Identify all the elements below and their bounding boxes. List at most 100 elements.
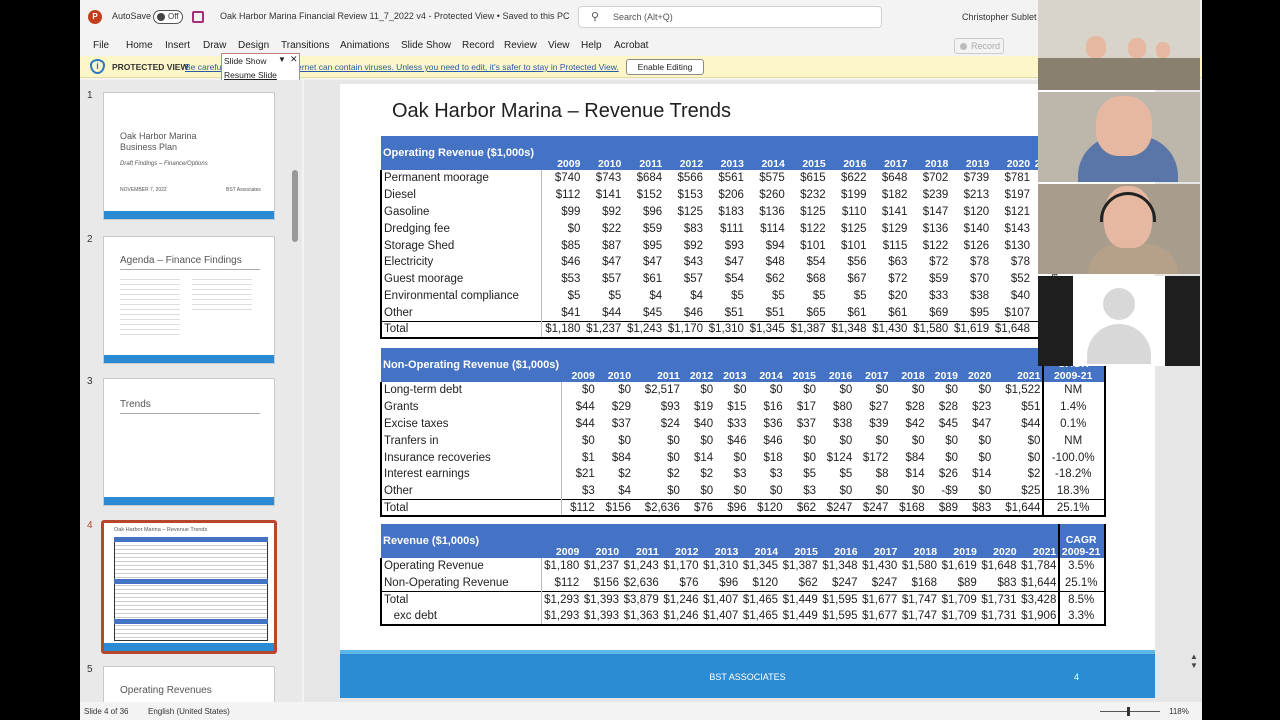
table-cell: $89: [926, 499, 960, 518]
table-cell: $2: [618, 468, 632, 481]
table-cell: $47: [642, 256, 663, 269]
table-cell: $53: [540, 270, 583, 288]
thumb-divider: [120, 413, 260, 414]
slide-thumbnail-3[interactable]: Trends: [103, 378, 275, 506]
year-header: 2009: [541, 524, 582, 558]
table-cell: $0: [700, 434, 714, 447]
save-icon[interactable]: [192, 11, 204, 23]
table-cell: $40: [693, 417, 714, 430]
table-cell: $3: [733, 468, 747, 481]
record-button[interactable]: Record: [954, 38, 1004, 54]
table-cell: $112: [540, 186, 583, 204]
table-cell: $740: [540, 170, 583, 187]
row-label: Total: [380, 320, 541, 339]
menu-file[interactable]: File: [93, 40, 109, 51]
table-cell: $1,580: [901, 560, 938, 573]
table-cell: $101: [800, 239, 826, 252]
year-header: 2011: [633, 348, 682, 382]
menu-record[interactable]: Record: [462, 40, 494, 51]
table-cell: $1,345: [745, 320, 787, 339]
table-cell: $1,407: [700, 608, 741, 627]
table-header-title: Non-Operating Revenue ($1,000s): [381, 348, 562, 382]
title-bar: P AutoSave Off Oak Harbor Marina Financi…: [80, 0, 1202, 34]
table-cell: $153: [677, 189, 704, 202]
slide-thumbnail-2[interactable]: Agenda – Finance Findings: [103, 236, 275, 364]
slide-thumbnail-1[interactable]: Oak Harbor Marina Business Plan Draft Fi…: [103, 92, 275, 220]
table-cell: $96: [715, 499, 749, 518]
zoom-level[interactable]: 118%: [1169, 707, 1189, 716]
table-cell: $37: [796, 417, 816, 430]
table-header-title: Operating Revenue ($1,000s): [381, 136, 541, 170]
protected-view-title: PROTECTED VIEW: [112, 62, 189, 72]
cagr-cell: 3.3%: [1058, 608, 1106, 627]
table-cell: $61: [888, 306, 908, 319]
thumbnail-scrollbar[interactable]: [292, 170, 298, 242]
table-cell: $0: [560, 382, 597, 399]
table-cell: $14: [972, 468, 992, 481]
table-cell: $0: [1027, 451, 1041, 464]
chevron-down-icon[interactable]: ▼: [278, 55, 286, 64]
table-cell: $15: [727, 401, 747, 414]
zoom-slider-handle[interactable]: [1127, 707, 1130, 716]
table-cell: $72: [888, 273, 908, 286]
zoom-slider[interactable]: [1100, 711, 1160, 712]
table-row: exc debt $1,293 $1,393 $1,363 $1,246 $1,407 $1…: [380, 608, 1106, 627]
language[interactable]: English (United States): [148, 707, 230, 716]
user-name[interactable]: Christopher Sublet: [962, 12, 1037, 22]
menu-slide-show[interactable]: Slide Show: [401, 40, 451, 51]
table-cell: $1,747: [899, 608, 940, 627]
menu-review[interactable]: Review: [504, 40, 537, 51]
menu-animations[interactable]: Animations: [340, 40, 389, 51]
table-cell: $247: [818, 499, 855, 518]
table-cell: $0: [618, 434, 632, 447]
table-cell: $0: [560, 432, 597, 450]
table-cell: $89: [957, 576, 977, 589]
room-table: [1038, 58, 1200, 90]
search-box[interactable]: ⚲ Search (Alt+Q): [578, 6, 882, 28]
year-header: 2020: [960, 348, 994, 382]
menu-view[interactable]: View: [548, 40, 570, 51]
table-cell: $1,246: [660, 591, 701, 609]
menu-insert[interactable]: Insert: [165, 40, 190, 51]
video-tile-avatar: [1038, 276, 1200, 366]
table-cell: $1,648: [991, 320, 1033, 339]
table-cell: $23: [972, 401, 992, 414]
menu-transitions[interactable]: Transitions: [281, 40, 330, 51]
table-cell: $0: [803, 384, 816, 397]
table-cell: $2: [667, 468, 680, 481]
table-cell: $95: [969, 306, 990, 319]
enable-editing-button[interactable]: Enable Editing: [626, 59, 704, 75]
row-label: Electricity: [380, 253, 541, 271]
autosave-toggle[interactable]: Off: [153, 10, 183, 24]
table-cell: $5: [839, 468, 853, 481]
table-cell: $4: [618, 484, 632, 497]
year-header: 2015: [780, 524, 820, 558]
table-cell: $247: [854, 499, 891, 518]
menu-draw[interactable]: Draw: [203, 40, 226, 51]
slide-thumbnail-5[interactable]: Operating Revenues: [103, 666, 275, 706]
close-icon[interactable]: ✕: [290, 54, 298, 65]
menu-acrobat[interactable]: Acrobat: [614, 40, 648, 51]
table-cell: $566: [677, 172, 704, 185]
table-cell: $0: [839, 384, 853, 397]
table-cell: $40: [1010, 289, 1031, 302]
scroll-arrows-icon[interactable]: ▲ ▼: [1190, 652, 1198, 670]
menu-help[interactable]: Help: [581, 40, 602, 51]
table-cell: $615: [800, 172, 826, 185]
participant-figure: [1086, 36, 1106, 58]
table-cell: $0: [875, 384, 889, 397]
table-cell: $5: [731, 289, 744, 302]
menu-home[interactable]: Home: [126, 40, 153, 51]
thumb-title: Agenda – Finance Findings: [120, 255, 242, 266]
table-cell: $2,636: [633, 499, 682, 518]
table-cell: $84: [611, 451, 632, 464]
table-cell: $0: [733, 451, 747, 464]
slide-thumbnail-4[interactable]: Oak Harbor Marina – Revenue Trends: [101, 520, 277, 654]
table-cell: $36: [763, 417, 783, 430]
menu-design[interactable]: Design: [238, 40, 269, 51]
table-row: Storage Shed $85 $87 $95 $92 $93 $94 $101 $101 $1…: [380, 237, 1060, 254]
table-cell: $2: [700, 468, 714, 481]
year-header: 2016: [827, 136, 869, 170]
table-cell: $5: [853, 289, 867, 302]
row-label: Permanent moorage: [380, 170, 541, 187]
